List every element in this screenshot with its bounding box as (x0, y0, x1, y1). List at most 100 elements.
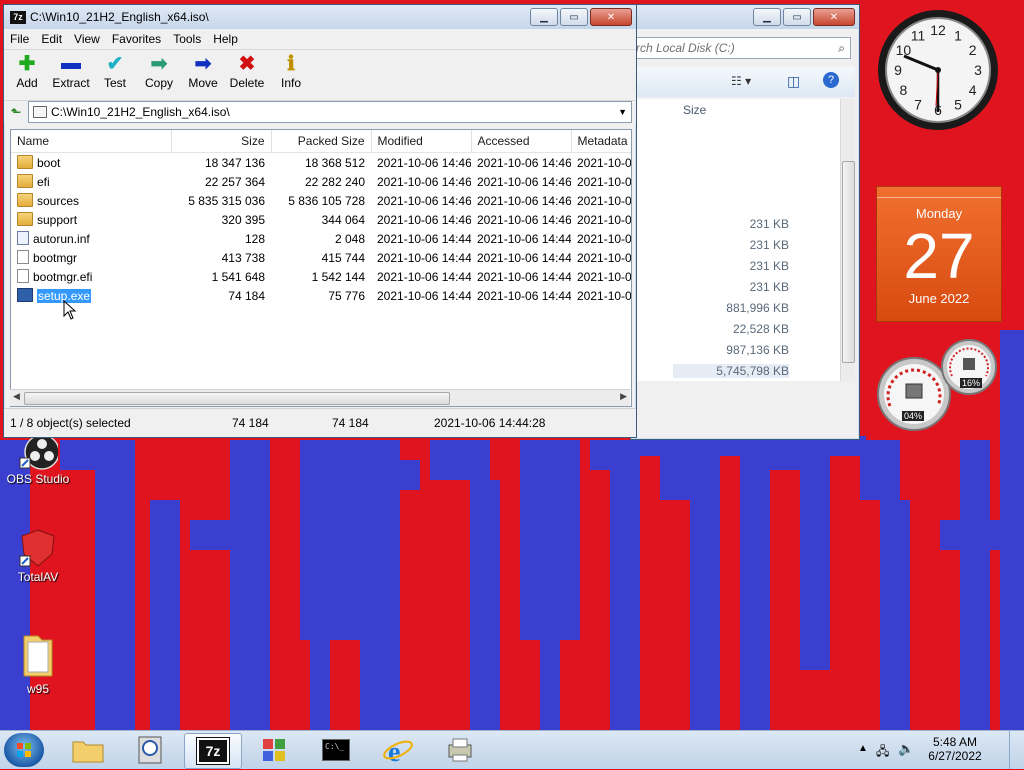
column-modified[interactable]: Modified (371, 130, 472, 153)
show-desktop-button[interactable] (1009, 731, 1024, 769)
explorer-toolbar: ☷ ▾ ◫ ? (633, 67, 855, 97)
explorer-icon (72, 741, 104, 763)
file-row[interactable]: bootmgr.efi 1 541 648 1 542 144 2021-10-06 … (11, 267, 631, 286)
folder-icon (18, 630, 58, 680)
file-row[interactable]: efi 22 257 364 22 282 240 2021-10-06 14:46 2… (11, 172, 631, 191)
delete-button[interactable]: ✖ Delete (226, 50, 268, 100)
search-icon[interactable]: ⌕ (838, 41, 845, 56)
add-button[interactable]: ✚ Add (6, 50, 48, 100)
menu-favorites[interactable]: Favorites (106, 32, 167, 46)
scroll-right-icon[interactable]: ▶ (620, 391, 627, 402)
file-list[interactable]: Name Size Packed Size Modified Accessed … (10, 129, 632, 407)
maximize-button[interactable]: ▭ (560, 8, 588, 26)
calendar-gadget[interactable]: Monday 27 June 2022 (876, 186, 1002, 322)
windows-taskbar-button[interactable] (246, 733, 302, 767)
printer-taskbar-button[interactable] (432, 733, 488, 767)
network-icon[interactable]: 🖧 (876, 742, 889, 763)
volume-icon[interactable]: 🔈 (898, 741, 914, 757)
test-button[interactable]: ✔ Test (94, 50, 136, 100)
file-name-cell[interactable]: sources (11, 191, 171, 210)
help-icon[interactable]: ? (823, 72, 839, 88)
horizontal-scrollbar[interactable]: ◀ ▶ (10, 389, 630, 406)
explorer-file-list[interactable]: Size 231 KB 231 KB 231 KB 231 KB 881,996… (633, 99, 855, 381)
file-packed-size: 2 048 (334, 231, 365, 246)
file-row[interactable]: support 320 395 344 064 2021-10-06 14:46 202… (11, 210, 631, 229)
file-row[interactable]: bootmgr 413 738 415 744 2021-10-06 14:44 202… (11, 248, 631, 267)
move-button[interactable]: ➡ Move (182, 50, 224, 100)
column-accessed[interactable]: Accessed (471, 130, 572, 153)
memory-meter-gadget[interactable]: 16% (940, 338, 998, 399)
view-options-icon[interactable]: ☷ ▾ (731, 74, 751, 88)
file-name-cell[interactable]: bootmgr (11, 248, 171, 267)
folder-icon (17, 193, 33, 207)
desktop-icon-w95[interactable]: w95 (0, 630, 76, 696)
preview-pane-icon[interactable]: ◫ (787, 73, 800, 90)
size-column-header[interactable]: Size (683, 103, 706, 117)
explorer-window[interactable]: ▁ ▭ ✕ rch Local Disk (C:) ⌕ ☷ ▾ ◫ ? Size… (630, 4, 860, 440)
file-row[interactable]: sources 5 835 315 036 5 836 105 728 2021-10… (11, 191, 631, 210)
copy-button[interactable]: ➡ Copy (138, 50, 180, 100)
file-name: bootmgr (33, 251, 78, 265)
file-row[interactable]: setup.exe 74 184 75 776 2021-10-06 14:44 202… (11, 286, 632, 305)
7zip-titlebar[interactable]: 7z C:\Win10_21H2_English_x64.iso\ ▁ ▭ ✕ (4, 5, 636, 29)
vertical-scrollbar[interactable] (840, 99, 855, 381)
file-name-cell[interactable]: support (11, 210, 171, 229)
ie-taskbar-button[interactable]: e (370, 733, 426, 767)
tray-clock[interactable]: 5:48 AM 6/27/2022 (920, 735, 990, 763)
menu-edit[interactable]: Edit (35, 32, 68, 46)
menu-help[interactable]: Help (207, 32, 244, 46)
close-button[interactable]: ✕ (813, 8, 855, 26)
7zip-window[interactable]: 7z C:\Win10_21H2_English_x64.iso\ ▁ ▭ ✕ … (3, 4, 637, 438)
calendar-weekday: Monday (915, 206, 963, 221)
info-button[interactable]: ℹ Info (270, 50, 312, 100)
column-size[interactable]: Size (171, 130, 272, 153)
desktop-icon-obs[interactable]: OBS Studio (0, 430, 76, 486)
folder-icon (17, 174, 33, 188)
file-row[interactable]: boot 18 347 136 18 368 512 2021-10-06 14:46… (11, 153, 631, 173)
scroll-left-icon[interactable]: ◀ (13, 391, 20, 402)
extract-button[interactable]: ▬ Extract (50, 50, 92, 100)
minimize-button[interactable]: ▁ (530, 8, 558, 26)
cmd-taskbar-button[interactable]: C:\_ (308, 733, 364, 767)
show-hidden-icons-icon[interactable]: ▲ (858, 743, 868, 754)
menu-tools[interactable]: Tools (167, 32, 207, 46)
search-input[interactable]: rch Local Disk (C:) ⌕ (635, 37, 851, 59)
clock-gadget[interactable]: 121234567891011 (876, 8, 1000, 132)
column-name[interactable]: Name (11, 130, 172, 153)
scroll-thumb[interactable] (24, 392, 450, 405)
7zip-taskbar-button[interactable]: 7z (184, 733, 242, 769)
disc-burner-icon (138, 736, 162, 764)
start-button[interactable] (4, 733, 44, 767)
file-name-cell[interactable]: setup.exe (11, 286, 171, 305)
column-metadata[interactable]: Metadata (571, 130, 631, 153)
desktop-icon-totalav[interactable]: TotalAV (0, 528, 76, 584)
up-folder-icon[interactable]: ⬑ (4, 105, 28, 119)
minimize-button[interactable]: ▁ (753, 8, 781, 26)
menu-view[interactable]: View (68, 32, 106, 46)
file-metadata: 2021-10-0 (577, 288, 632, 303)
desktop-icon-label: TotalAV (17, 570, 59, 584)
file-row[interactable]: autorun.inf 128 2 048 2021-10-06 14:44 2021-… (11, 229, 631, 248)
file-name-cell[interactable]: boot (11, 153, 171, 173)
toolbar-label: Move (188, 76, 218, 90)
menu-file[interactable]: File (4, 32, 35, 46)
size-cell: 231 KB (749, 217, 789, 231)
file-accessed: 2021-10-06 14:46 (477, 174, 571, 189)
inf-file-icon (17, 231, 29, 245)
disc-burner-taskbar-button[interactable] (122, 733, 178, 767)
clock-numeral: 10 (896, 42, 912, 58)
maximize-button[interactable]: ▭ (783, 8, 811, 26)
clock-numeral: 11 (911, 27, 926, 43)
file-name: support (37, 213, 78, 227)
column-packed-size[interactable]: Packed Size (271, 130, 372, 153)
explorer-titlebar[interactable]: ▁ ▭ ✕ (631, 5, 859, 29)
explorer-taskbar-button[interactable] (60, 733, 116, 767)
desktop-icon-label: OBS Studio (6, 472, 70, 486)
file-name-cell[interactable]: efi (11, 172, 171, 191)
close-button[interactable]: ✕ (590, 8, 632, 26)
file-name-cell[interactable]: autorun.inf (11, 229, 171, 248)
file-size: 1 541 648 (211, 269, 265, 284)
chevron-down-icon[interactable]: ▼ (618, 107, 627, 117)
file-name-cell[interactable]: bootmgr.efi (11, 267, 171, 286)
path-field[interactable]: C:\Win10_21H2_English_x64.iso\ ▼ (28, 101, 632, 123)
